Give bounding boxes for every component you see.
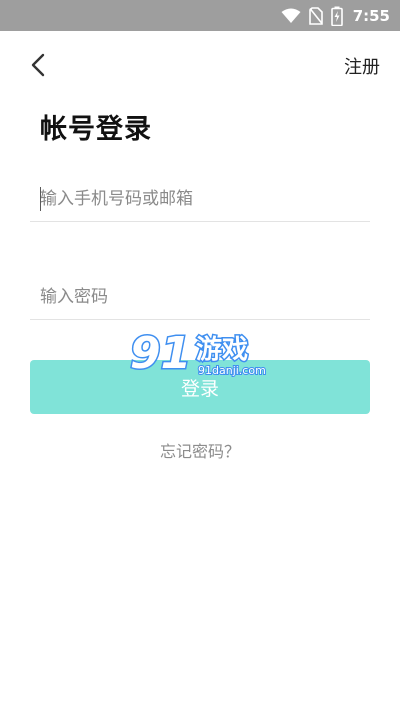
password-input[interactable] [30, 275, 370, 319]
text-cursor [40, 187, 41, 211]
register-link[interactable]: 注册 [344, 53, 380, 79]
password-field [30, 275, 370, 320]
page-title: 帐号登录 [40, 114, 152, 145]
nav-header: 注册 [0, 31, 400, 101]
chevron-left-icon [30, 53, 46, 77]
status-icons: 7:55 [281, 0, 390, 31]
back-button[interactable] [24, 49, 52, 81]
wifi-icon [281, 8, 301, 24]
phone-email-field [30, 177, 370, 222]
no-sim-icon [308, 6, 323, 25]
login-button[interactable]: 登录 [30, 360, 370, 414]
status-time: 7:55 [352, 6, 390, 25]
phone-email-input[interactable] [30, 177, 370, 221]
forgot-password-link[interactable]: 忘记密码？ [0, 438, 400, 462]
status-bar: 7:55 [0, 0, 400, 31]
battery-charging-icon [330, 6, 343, 26]
